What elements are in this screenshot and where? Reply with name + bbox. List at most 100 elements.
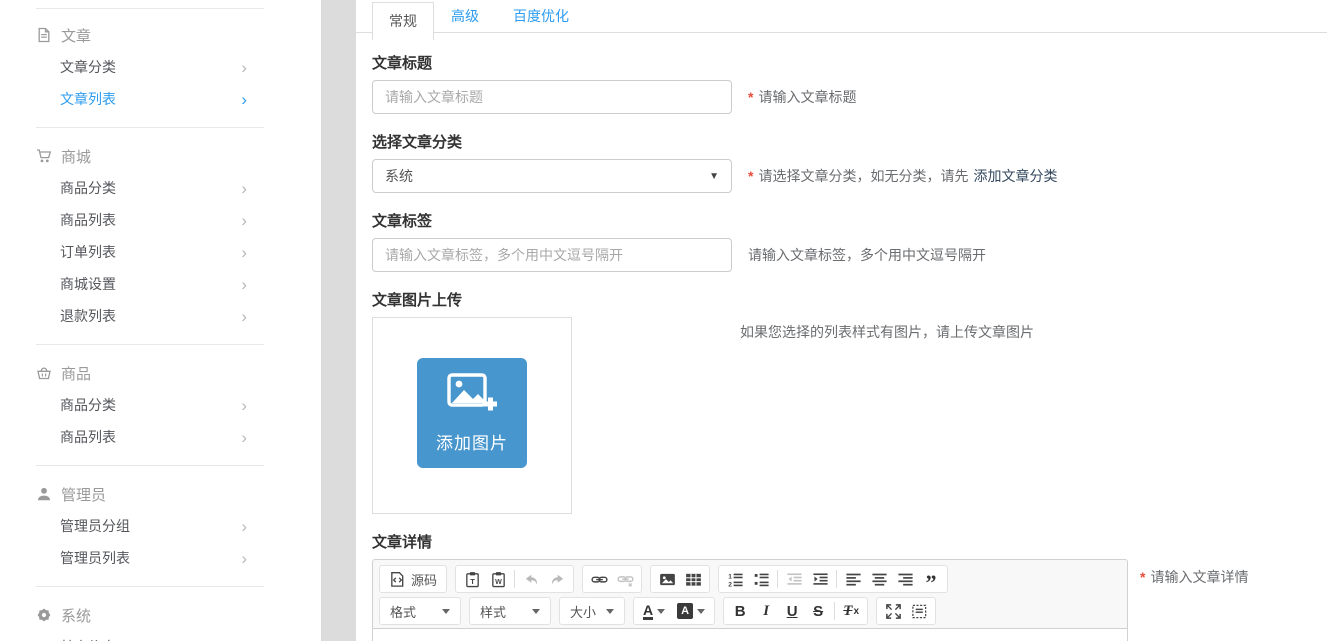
svg-text:W: W [495, 577, 502, 585]
align-center-button[interactable] [866, 567, 892, 591]
sidebar-section-article: 文章 文章分类 › 文章列表 › [0, 19, 321, 115]
remove-format-button[interactable]: Tx [838, 599, 864, 623]
field-article-detail: 文章详情 源码 [372, 531, 1327, 641]
align-right-button[interactable] [892, 567, 918, 591]
sidebar-section-product: 商品 商品分类 › 商品列表 › [0, 357, 321, 453]
selected-category-value: 系统 [385, 166, 413, 186]
divider [36, 465, 264, 466]
toolbar-separator [514, 570, 515, 588]
sidebar-section-admin: 管理员 管理员分组 › 管理员列表 › [0, 478, 321, 574]
blockquote-button[interactable]: ” [918, 567, 944, 591]
source-code-button[interactable]: 源码 [383, 567, 443, 591]
sidebar-item-label: 基本信息 [60, 637, 116, 641]
outdent-button[interactable] [781, 567, 807, 591]
undo-button[interactable] [518, 567, 544, 591]
text-color-button[interactable]: A [637, 599, 671, 623]
divider [36, 8, 264, 9]
field-article-tags: 文章标签 请输入文章标签，多个用中文逗号隔开 [372, 210, 1327, 272]
sidebar-item-product-categories[interactable]: 商品分类 › [0, 389, 321, 421]
sidebar-item-article-categories[interactable]: 文章分类 › [0, 51, 321, 83]
italic-button[interactable]: I [753, 599, 779, 623]
paste-word-button[interactable]: W [485, 567, 511, 591]
insert-table-button[interactable] [680, 567, 706, 591]
underline-button[interactable]: U [779, 599, 805, 623]
article-detail-hint: *请输入文章详情 [1140, 559, 1248, 587]
tab-baidu-seo[interactable]: 百度优化 [496, 0, 586, 32]
sidebar-header-admin: 管理员 [0, 478, 321, 510]
cart-icon [36, 148, 52, 164]
source-code-label: 源码 [411, 570, 437, 589]
redo-button[interactable] [544, 567, 570, 591]
sidebar-item-article-list[interactable]: 文章列表 › [0, 83, 321, 115]
article-tags-hint: 请输入文章标签，多个用中文逗号隔开 [748, 245, 986, 265]
svg-text:1: 1 [728, 573, 732, 580]
caret-down-icon [442, 609, 450, 614]
divider [36, 586, 264, 587]
article-category-select[interactable]: 系统 ▼ [372, 159, 732, 193]
sidebar-item-mall-settings[interactable]: 商城设置 › [0, 268, 321, 300]
styles-combo[interactable]: 样式 [473, 599, 547, 623]
toolbar-separator [777, 570, 778, 588]
article-title-input[interactable] [372, 80, 732, 114]
strikethrough-button[interactable]: S [805, 599, 831, 623]
chevron-right-icon: › [241, 180, 247, 197]
sidebar-item-label: 订单列表 [60, 242, 116, 262]
maximize-button[interactable] [880, 599, 906, 623]
sidebar-header-product: 商品 [0, 357, 321, 389]
sidebar-item-basic-info[interactable]: 基本信息 › [0, 631, 321, 641]
basket-icon [36, 365, 52, 381]
indent-button[interactable] [807, 567, 833, 591]
chevron-right-icon: › [241, 244, 247, 261]
bold-button[interactable]: B [727, 599, 753, 623]
format-combo[interactable]: 格式 [383, 599, 457, 623]
chevron-right-icon: › [241, 518, 247, 535]
divider [36, 127, 264, 128]
tab-general[interactable]: 常规 [372, 2, 434, 40]
caret-down-icon [657, 609, 665, 614]
divider [36, 344, 264, 345]
svg-text:T: T [470, 576, 475, 585]
bulleted-list-button[interactable] [748, 567, 774, 591]
sidebar-item-goods-categories[interactable]: 商品分类 › [0, 172, 321, 204]
sidebar-section-system: 系统 基本信息 › [0, 599, 321, 641]
link-button[interactable] [586, 567, 612, 591]
article-title-label: 文章标题 [372, 52, 1327, 73]
sidebar-item-refund-list[interactable]: 退款列表 › [0, 300, 321, 332]
sidebar-section-mall: 商城 商品分类 › 商品列表 › 订单列表 › 商城设置 › 退款列表 › [0, 140, 321, 332]
article-tags-input[interactable] [372, 238, 732, 272]
background-color-button[interactable]: A [671, 599, 711, 623]
paste-text-button[interactable]: T [459, 567, 485, 591]
field-article-title: 文章标题 *请输入文章标题 [372, 52, 1327, 114]
add-category-link[interactable]: 添加文章分类 [973, 168, 1057, 184]
chevron-right-icon: › [241, 397, 247, 414]
svg-text:2: 2 [728, 581, 732, 587]
sidebar-item-label: 商品分类 [60, 178, 116, 198]
align-left-button[interactable] [840, 567, 866, 591]
sidebar-item-goods-list[interactable]: 商品列表 › [0, 204, 321, 236]
article-category-hint: *请选择文章分类，如无分类，请先添加文章分类 [748, 166, 1057, 186]
show-blocks-button[interactable] [906, 599, 932, 623]
numbered-list-button[interactable]: 12 [722, 567, 748, 591]
tab-advanced[interactable]: 高级 [434, 0, 496, 32]
sidebar-header-label: 商城 [61, 146, 91, 167]
chevron-right-icon: › [241, 276, 247, 293]
tab-bar-line [356, 32, 1327, 33]
font-size-combo[interactable]: 大小 [563, 599, 621, 623]
unlink-button[interactable] [612, 567, 638, 591]
article-tags-label: 文章标签 [372, 210, 1327, 231]
article-detail-label: 文章详情 [372, 531, 1327, 552]
editor-content-area[interactable] [373, 629, 1127, 641]
sidebar-item-product-list[interactable]: 商品列表 › [0, 421, 321, 453]
chevron-right-icon: › [241, 212, 247, 229]
insert-image-button[interactable] [654, 567, 680, 591]
add-image-button-label: 添加图片 [436, 429, 508, 454]
gear-icon [36, 607, 52, 623]
file-text-icon [36, 27, 52, 43]
sidebar-item-admin-groups[interactable]: 管理员分组 › [0, 510, 321, 542]
sidebar-item-order-list[interactable]: 订单列表 › [0, 236, 321, 268]
sidebar-item-label: 管理员分组 [60, 516, 130, 536]
user-icon [36, 486, 52, 502]
sidebar-item-admin-list[interactable]: 管理员列表 › [0, 542, 321, 574]
add-image-button[interactable]: 添加图片 [417, 358, 527, 468]
article-title-hint: *请输入文章标题 [748, 87, 856, 107]
